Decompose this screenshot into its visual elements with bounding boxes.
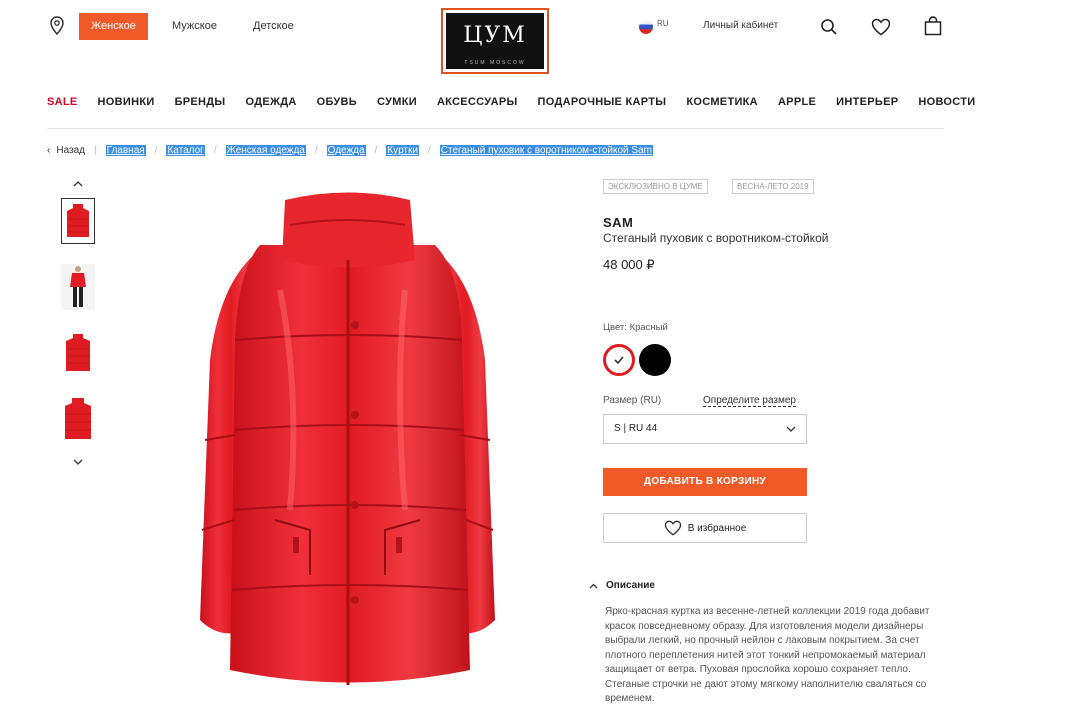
chevron-down-icon[interactable] [72, 453, 84, 471]
main-nav: SALE НОВИНКИ БРЕНДЫ ОДЕЖДА ОБУВЬ СУМКИ А… [47, 96, 975, 108]
breadcrumb-separator: / [427, 145, 431, 156]
description-title: Описание [606, 580, 655, 591]
chevron-left-icon[interactable]: ‹ [47, 145, 50, 156]
nav-clothing[interactable]: ОДЕЖДА [246, 96, 297, 108]
tag-season: ВЕСНА-ЛЕТО 2019 [732, 179, 814, 194]
logo-text: ЦУМ [463, 23, 527, 48]
add-to-cart-button[interactable]: ДОБАВИТЬ В КОРЗИНУ [603, 468, 807, 496]
nav-new[interactable]: НОВИНКИ [98, 96, 155, 108]
heart-icon[interactable] [871, 18, 891, 41]
thumbnail-2[interactable] [61, 264, 95, 310]
nav-cosmetics[interactable]: КОСМЕТИКА [686, 96, 758, 108]
region-selector[interactable]: RU [639, 18, 669, 34]
size-guide-link[interactable]: Определите размер [703, 395, 796, 407]
breadcrumb-separator: / [213, 145, 217, 156]
color-swatch-black[interactable] [639, 344, 671, 376]
breadcrumb-separator: / [314, 145, 318, 156]
nav-shoes[interactable]: ОБУВЬ [317, 96, 357, 108]
product-name: Стеганый пуховик с воротником-стойкой [603, 231, 829, 245]
russia-flag-icon [639, 20, 653, 34]
favorites-label: В избранное [687, 522, 747, 534]
back-link[interactable]: Назад [56, 145, 85, 156]
tab-women[interactable]: Женское [79, 13, 148, 40]
tag-exclusive: ЭКСКЛЮЗИВНО В ЦУМЕ [603, 179, 708, 194]
nav-interior[interactable]: ИНТЕРЬЕР [836, 96, 898, 108]
breadcrumb-separator: / [374, 145, 378, 156]
color-swatch-red[interactable] [603, 344, 635, 376]
header-divider [47, 128, 944, 129]
nav-apple[interactable]: APPLE [778, 96, 816, 108]
size-label: Размер (RU) [603, 395, 662, 406]
heart-icon [664, 520, 681, 536]
description-text: Ярко-красная куртка из весенне-летней ко… [605, 606, 930, 704]
breadcrumb-item-jackets[interactable]: Куртки [386, 145, 419, 156]
product-brand[interactable]: SAM [603, 215, 633, 230]
tab-kids[interactable]: Детское [253, 13, 294, 40]
nav-gift-cards[interactable]: ПОДАРОЧНЫЕ КАРТЫ [538, 96, 667, 108]
description-toggle[interactable]: Описание [589, 580, 655, 591]
account-link[interactable]: Личный кабинет [703, 20, 778, 31]
logo-subtext: TSUM MOSCOW [464, 60, 526, 66]
product-price: 48 000 ₽ [603, 257, 655, 272]
location-icon[interactable] [49, 16, 65, 41]
tab-men[interactable]: Мужское [172, 13, 217, 40]
chevron-down-icon [786, 426, 796, 432]
bag-icon[interactable] [924, 16, 942, 41]
nav-news[interactable]: НОВОСТИ [918, 96, 975, 108]
region-label: RU [657, 18, 669, 28]
thumbnail-4[interactable] [61, 396, 95, 442]
product-image[interactable] [190, 190, 505, 700]
chevron-up-icon[interactable] [72, 175, 84, 193]
nav-bags[interactable]: СУМКИ [377, 96, 417, 108]
breadcrumb-item-catalog[interactable]: Каталог [166, 145, 205, 156]
size-select[interactable]: S | RU 44 [603, 414, 807, 444]
breadcrumb-item-women[interactable]: Женская одежда [225, 145, 306, 156]
breadcrumb-separator: | [94, 145, 97, 156]
breadcrumb-separator: / [154, 145, 158, 156]
thumbnail-1[interactable] [61, 198, 95, 244]
nav-brands[interactable]: БРЕНДЫ [175, 96, 226, 108]
logo[interactable]: ЦУМ TSUM MOSCOW [441, 8, 549, 74]
color-label: Цвет: Красный [603, 322, 668, 333]
breadcrumb-item-current: Стеганый пуховик с воротником-стойкой Sa… [439, 145, 653, 156]
chevron-up-icon [589, 583, 598, 588]
add-to-favorites-button[interactable]: В избранное [603, 513, 807, 543]
breadcrumb: ‹ Назад | Главная / Каталог / Женская од… [47, 145, 653, 156]
checkmark-icon [614, 356, 624, 365]
nav-sale[interactable]: SALE [47, 96, 78, 108]
thumbnail-3[interactable] [61, 330, 95, 376]
breadcrumb-item-clothing[interactable]: Одежда [326, 145, 366, 156]
breadcrumb-item-home[interactable]: Главная [105, 145, 146, 156]
nav-accessories[interactable]: АКСЕССУАРЫ [437, 96, 518, 108]
search-icon[interactable] [820, 18, 838, 41]
size-select-value: S | RU 44 [614, 423, 658, 434]
